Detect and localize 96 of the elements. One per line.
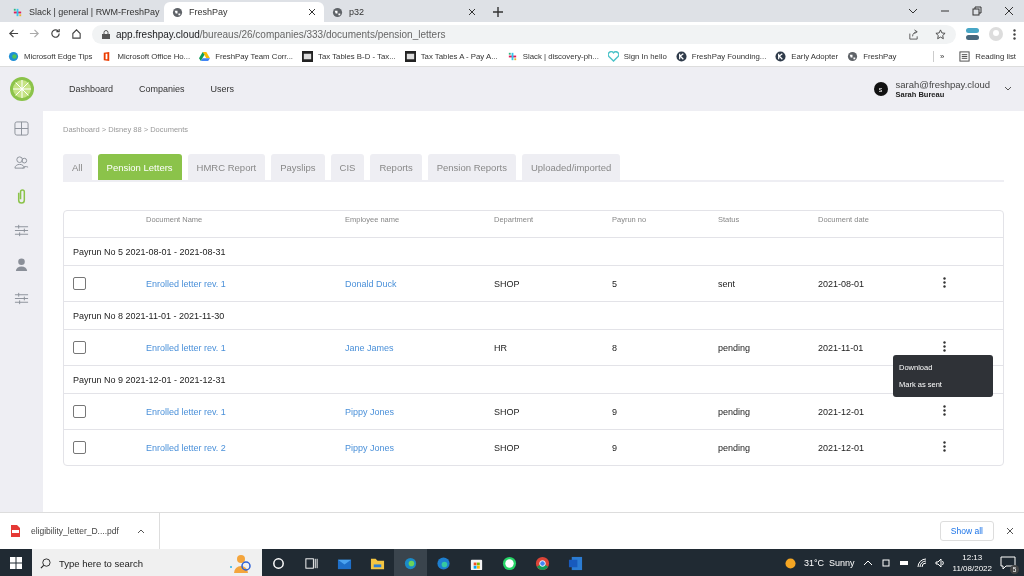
chrome-icon[interactable]	[535, 555, 550, 571]
user-email: sarah@freshpay.cloud	[895, 79, 990, 90]
table-cell: pending	[718, 342, 751, 353]
word-icon[interactable]	[568, 555, 583, 571]
chevron-down-icon[interactable]	[908, 6, 918, 16]
k-logo-icon	[775, 50, 787, 62]
cortana-circle-icon[interactable]	[271, 555, 286, 571]
table-cell: 2021-12-01	[818, 406, 865, 417]
chevron-down-icon[interactable]	[1004, 86, 1012, 92]
share-icon[interactable]	[908, 28, 919, 40]
wifi-icon[interactable]	[916, 558, 927, 568]
table-cell: 2021-11-01	[818, 342, 864, 353]
restore-icon[interactable]	[972, 6, 982, 16]
menu-icon[interactable]	[1013, 28, 1016, 40]
sun-icon	[784, 557, 796, 569]
table-icon	[302, 50, 313, 62]
list-icon	[959, 50, 971, 62]
sliders-icon[interactable]	[14, 291, 29, 306]
star-icon[interactable]	[935, 28, 946, 40]
table-cell: SHOP	[494, 278, 520, 289]
close-icon[interactable]	[468, 8, 476, 16]
windows-start-icon[interactable]	[10, 557, 22, 569]
battery-icon[interactable]	[898, 558, 909, 568]
speaker-icon[interactable]	[934, 558, 945, 568]
address-bar[interactable]: app.freshpay.cloud/bureaus/26/companies/333/documents/pension_letters	[92, 24, 956, 44]
pdf-file-icon	[10, 525, 21, 537]
document-link[interactable]: Enrolled letter rev. 2	[146, 442, 226, 453]
group-title: Payrun No 9 2021-12-01 - 2021-12-31	[73, 374, 226, 385]
table-cell: 8	[612, 342, 617, 353]
table-icon	[404, 50, 416, 62]
search-icon	[40, 557, 51, 569]
globe-icon	[332, 6, 343, 18]
clock[interactable]: 12:13 11/08/2022	[952, 552, 992, 574]
checkbox[interactable]	[73, 341, 86, 354]
weather-text[interactable]: 31°C Sunny	[803, 558, 855, 568]
globe-icon	[847, 50, 859, 62]
extension-icon[interactable]	[966, 28, 979, 40]
calculator-icon[interactable]	[14, 121, 29, 136]
search-figure-drawing	[228, 553, 254, 573]
globe-icon	[172, 6, 183, 18]
chevron-up-icon[interactable]	[862, 558, 873, 568]
back-arrow-icon[interactable]	[8, 27, 19, 39]
sliders-icon[interactable]	[14, 223, 29, 238]
table-cell: 9	[612, 406, 617, 417]
edge-icon[interactable]	[436, 555, 451, 571]
more-icon[interactable]	[943, 341, 946, 352]
drive-icon	[199, 50, 211, 62]
table-cell: SHOP	[494, 406, 520, 417]
new-tab-icon[interactable]	[492, 6, 504, 18]
employee-link[interactable]: Pippy Jones	[345, 442, 395, 453]
show-all-button[interactable]: Show all	[939, 521, 994, 541]
document-link[interactable]: Enrolled letter rev. 1	[146, 406, 226, 417]
slack-icon	[506, 50, 518, 62]
taskbar-search-field[interactable]: Type here to search	[32, 549, 262, 576]
table-cell: 9	[612, 442, 617, 453]
checkbox[interactable]	[73, 405, 86, 418]
table-cell: pending	[718, 406, 751, 417]
task-view-icon[interactable]	[304, 555, 319, 571]
checkbox[interactable]	[73, 277, 86, 290]
reload-icon[interactable]	[50, 27, 61, 39]
document-link[interactable]: Enrolled letter rev. 1	[146, 342, 226, 353]
table-cell: sent	[718, 278, 735, 289]
person-icon[interactable]	[14, 257, 29, 272]
close-icon[interactable]	[308, 8, 316, 16]
k-logo-icon	[675, 50, 687, 62]
table-cell: 2021-12-01	[818, 442, 865, 453]
group-title: Payrun No 8 2021-11-01 - 2021-11-30	[73, 310, 225, 321]
employee-link[interactable]: Pippy Jones	[345, 406, 395, 417]
edge-icon	[8, 50, 19, 62]
close-icon[interactable]	[1006, 527, 1014, 535]
more-icon[interactable]	[943, 277, 946, 288]
home-icon[interactable]	[71, 27, 82, 39]
lock-icon	[102, 29, 110, 39]
table-cell: 2021-08-01	[818, 278, 865, 289]
table-cell: 5	[612, 278, 617, 289]
table-cell: pending	[718, 442, 751, 453]
more-icon[interactable]	[943, 441, 946, 452]
more-icon[interactable]	[943, 405, 946, 416]
nav-link[interactable]: Users	[210, 84, 235, 94]
nav-link[interactable]: Companies	[139, 84, 185, 94]
employee-link[interactable]: Donald Duck	[345, 278, 397, 289]
browser-tab[interactable]: FreshPay	[164, 2, 324, 22]
chevron-up-icon[interactable]	[136, 528, 145, 534]
edge-icon[interactable]	[403, 555, 418, 571]
slack-icon	[12, 6, 23, 18]
group-title: Payrun No 5 2021-08-01 - 2021-08-31	[73, 246, 226, 257]
heart-icon	[607, 50, 619, 62]
document-link[interactable]: Enrolled letter rev. 1	[146, 278, 226, 289]
close-icon[interactable]	[1004, 6, 1014, 16]
nav-link[interactable]: Dashboard	[69, 84, 114, 94]
browser-tab[interactable]: p32	[324, 2, 484, 22]
table-cell: SHOP	[494, 442, 520, 453]
checkbox[interactable]	[73, 441, 86, 454]
table-cell: HR	[494, 342, 507, 353]
employee-link[interactable]: Jane James	[345, 342, 394, 353]
url-text: app.freshpay.cloud/bureaus/26/companies/333/documents/pension_letters	[116, 28, 446, 40]
